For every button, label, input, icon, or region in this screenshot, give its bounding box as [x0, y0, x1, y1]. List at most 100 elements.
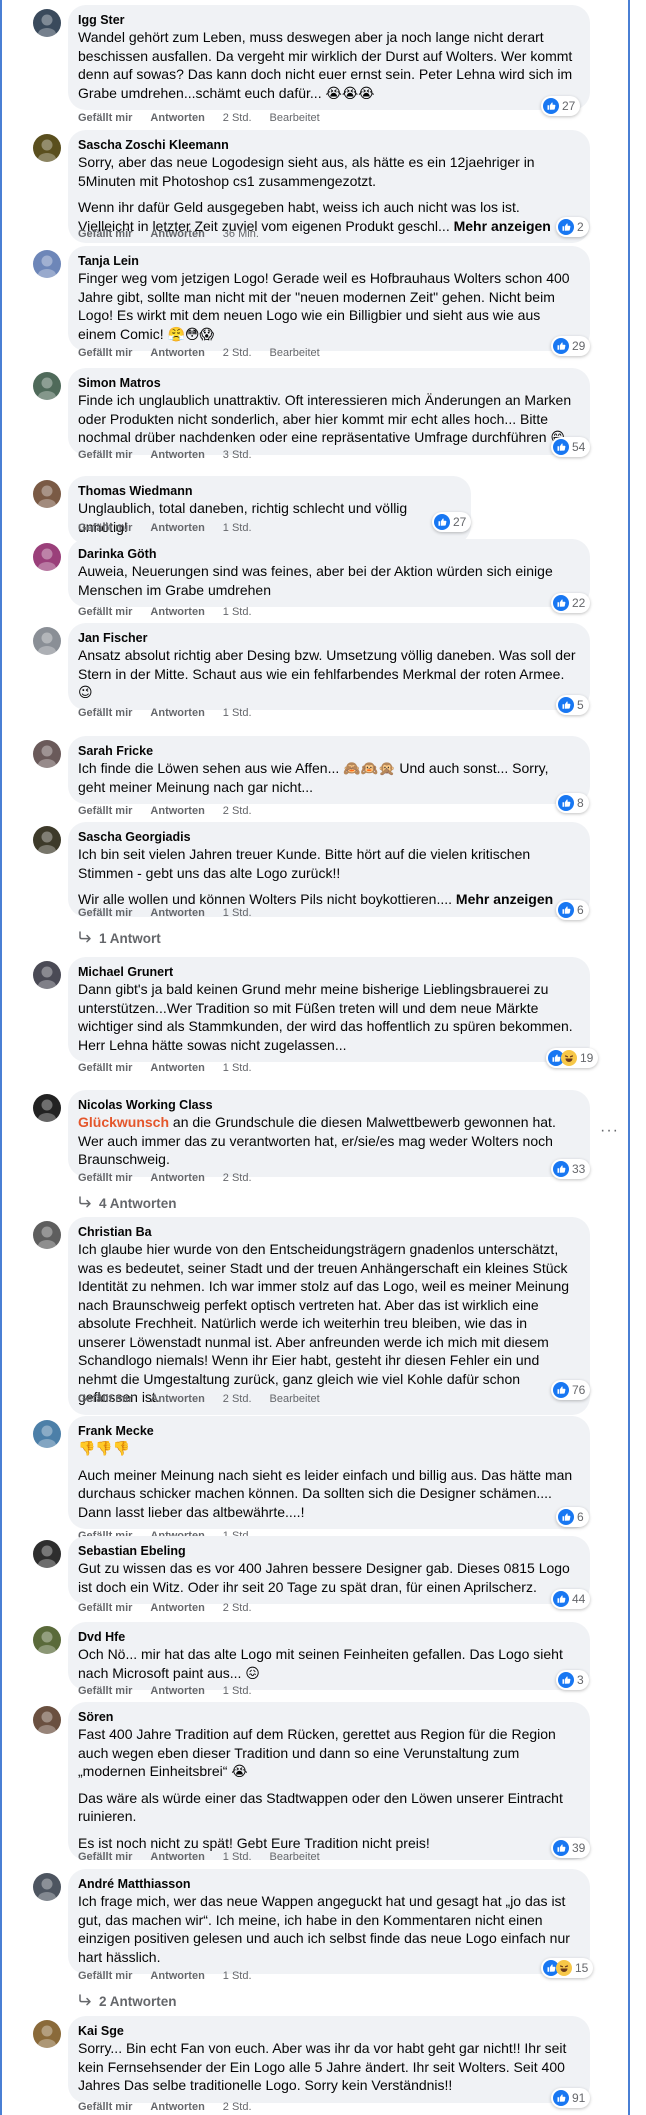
reply-button[interactable]: Antworten [150, 1602, 204, 1614]
reaction-count-badge[interactable]: 3 [556, 1670, 589, 1690]
like-button[interactable]: Gefällt mir [78, 1172, 132, 1184]
avatar[interactable] [33, 543, 61, 571]
reaction-count-badge[interactable]: 33 [551, 1159, 591, 1179]
reaction-count-badge[interactable]: 15 [541, 1958, 594, 1978]
reply-button[interactable]: Antworten [150, 1062, 204, 1074]
reply-button[interactable]: Antworten [150, 606, 204, 618]
comment-author[interactable]: Sebastian Ebeling [78, 1543, 578, 1559]
avatar[interactable] [33, 2020, 61, 2048]
like-button[interactable]: Gefällt mir [78, 1062, 132, 1074]
comment-timestamp[interactable]: 2 Std. [223, 1393, 252, 1405]
show-more-link[interactable]: Mehr anzeigen [456, 891, 553, 907]
like-button[interactable]: Gefällt mir [78, 606, 132, 618]
comment-author[interactable]: Tanja Lein [78, 253, 578, 269]
reaction-count-badge[interactable]: 27 [432, 512, 472, 532]
comment-author[interactable]: Jan Fischer [78, 630, 578, 646]
avatar[interactable] [33, 1873, 61, 1901]
comment-author[interactable]: Christian Ba [78, 1224, 578, 1240]
reply-button[interactable]: Antworten [150, 112, 204, 124]
reply-button[interactable]: Antworten [150, 1970, 204, 1982]
view-replies-link[interactable]: 4 Antworten [78, 1196, 177, 1211]
reply-button[interactable]: Antworten [150, 228, 204, 240]
avatar[interactable] [33, 480, 61, 508]
comment-timestamp[interactable]: 2 Std. [223, 805, 252, 817]
comment-author[interactable]: Sören [78, 1709, 578, 1725]
avatar[interactable] [33, 1221, 61, 1249]
reaction-count-badge[interactable]: 39 [551, 1838, 591, 1858]
comment-author[interactable]: André Matthiasson [78, 1876, 578, 1892]
like-button[interactable]: Gefällt mir [78, 228, 132, 240]
like-button[interactable]: Gefällt mir [78, 1970, 132, 1982]
comment-author[interactable]: Darinka Göth [78, 546, 578, 562]
reply-button[interactable]: Antworten [150, 707, 204, 719]
show-more-link[interactable]: Mehr anzeigen [454, 218, 551, 234]
reply-button[interactable]: Antworten [150, 1393, 204, 1405]
avatar[interactable] [33, 1540, 61, 1568]
comment-timestamp[interactable]: 1 Std. [223, 1685, 252, 1697]
comment-author[interactable]: Sarah Fricke [78, 743, 578, 759]
avatar[interactable] [33, 740, 61, 768]
reaction-count-badge[interactable]: 76 [551, 1380, 591, 1400]
reaction-count-badge[interactable]: 44 [551, 1589, 591, 1609]
reply-button[interactable]: Antworten [150, 805, 204, 817]
like-button[interactable]: Gefällt mir [78, 112, 132, 124]
comment-timestamp[interactable]: 1 Std. [223, 907, 252, 919]
comment-timestamp[interactable]: 1 Std. [223, 522, 252, 534]
like-button[interactable]: Gefällt mir [78, 907, 132, 919]
reaction-count-badge[interactable]: 2 [556, 217, 589, 237]
reaction-count-badge[interactable]: 54 [551, 437, 591, 457]
comment-author[interactable]: Michael Grunert [78, 964, 578, 980]
reaction-count-badge[interactable]: 6 [556, 900, 589, 920]
view-replies-link[interactable]: 2 Antworten [78, 1994, 177, 2009]
avatar[interactable] [33, 9, 61, 37]
reaction-count-badge[interactable]: 6 [556, 1507, 589, 1527]
reaction-count-badge[interactable]: 27 [541, 96, 581, 116]
avatar[interactable] [33, 250, 61, 278]
like-button[interactable]: Gefällt mir [78, 347, 132, 359]
like-button[interactable]: Gefällt mir [78, 1393, 132, 1405]
like-button[interactable]: Gefällt mir [78, 1602, 132, 1614]
avatar[interactable] [33, 1626, 61, 1654]
reply-button[interactable]: Antworten [150, 2101, 204, 2113]
reply-button[interactable]: Antworten [150, 1851, 204, 1863]
avatar[interactable] [33, 627, 61, 655]
view-replies-link[interactable]: 1 Antwort [78, 931, 161, 946]
comment-author[interactable]: Kai Sge [78, 2023, 578, 2039]
reply-button[interactable]: Antworten [150, 522, 204, 534]
avatar[interactable] [33, 134, 61, 162]
like-button[interactable]: Gefällt mir [78, 1851, 132, 1863]
comment-timestamp[interactable]: 3 Std. [223, 449, 252, 461]
comment-author[interactable]: Dvd Hfe [78, 1629, 578, 1645]
comment-timestamp[interactable]: 1 Std. [223, 1970, 252, 1982]
reply-button[interactable]: Antworten [150, 1685, 204, 1697]
avatar[interactable] [33, 1706, 61, 1734]
comment-timestamp[interactable]: 2 Std. [223, 347, 252, 359]
comment-timestamp[interactable]: 36 Min. [223, 228, 259, 240]
comment-author[interactable]: Frank Mecke [78, 1423, 578, 1439]
comment-timestamp[interactable]: 1 Std. [223, 606, 252, 618]
more-options-icon[interactable]: ··· [600, 1122, 619, 1140]
comment-author[interactable]: Simon Matros [78, 375, 578, 391]
like-button[interactable]: Gefällt mir [78, 522, 132, 534]
reaction-count-badge[interactable]: 5 [556, 695, 589, 715]
comment-author[interactable]: Sascha Zoschi Kleemann [78, 137, 578, 153]
like-button[interactable]: Gefällt mir [78, 1685, 132, 1697]
reaction-count-badge[interactable]: 8 [556, 793, 589, 813]
avatar[interactable] [33, 372, 61, 400]
comment-author[interactable]: Nicolas Working Class [78, 1097, 578, 1113]
comment-timestamp[interactable]: 2 Std. [223, 1602, 252, 1614]
avatar[interactable] [33, 826, 61, 854]
comment-author[interactable]: Sascha Georgiadis [78, 829, 578, 845]
comment-timestamp[interactable]: 1 Std. [223, 1851, 252, 1863]
comment-timestamp[interactable]: 2 Std. [223, 1172, 252, 1184]
comment-timestamp[interactable]: 2 Std. [223, 112, 252, 124]
comment-timestamp[interactable]: 1 Std. [223, 707, 252, 719]
reaction-count-badge[interactable]: 91 [551, 2088, 591, 2108]
reaction-count-badge[interactable]: 29 [551, 336, 591, 356]
reply-button[interactable]: Antworten [150, 347, 204, 359]
avatar[interactable] [33, 1094, 61, 1122]
like-button[interactable]: Gefällt mir [78, 805, 132, 817]
comment-timestamp[interactable]: 1 Std. [223, 1062, 252, 1074]
reaction-count-badge[interactable]: 19 [546, 1048, 599, 1068]
avatar[interactable] [33, 1420, 61, 1448]
